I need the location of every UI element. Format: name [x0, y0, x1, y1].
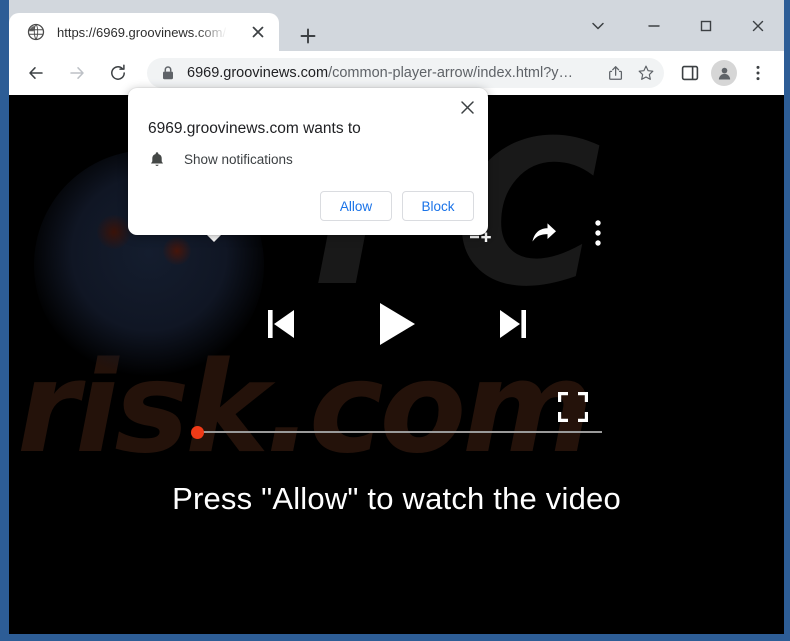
notification-permission-dialog: 6969.groovinews.com wants to Show notifi… — [128, 88, 488, 235]
omnibox-url-domain: 6969.groovinews.com — [187, 65, 329, 81]
tab-strip-edge-left — [0, 0, 9, 51]
star-icon[interactable] — [632, 59, 660, 87]
minimize-icon[interactable] — [634, 8, 674, 44]
background-accent-a — [97, 215, 131, 249]
player-top-controls — [468, 219, 602, 247]
tab-active[interactable]: https://6969.groovinews.com/co — [9, 13, 279, 51]
browser-window: https://6969.groovinews.com/co 6969.groo… — [0, 0, 790, 641]
bell-icon — [148, 150, 166, 168]
play-icon[interactable] — [375, 300, 419, 348]
share-icon[interactable] — [530, 220, 558, 246]
avatar-circle — [711, 60, 737, 86]
maximize-icon[interactable] — [686, 8, 726, 44]
avatar[interactable] — [708, 57, 740, 89]
page-title: Press "Allow" to watch the video — [172, 481, 621, 516]
address-bar[interactable]: 6969.groovinews.com/common-player-arrow/… — [147, 58, 664, 88]
close-icon[interactable] — [456, 96, 478, 118]
new-tab-button[interactable] — [294, 22, 322, 50]
previous-icon[interactable] — [265, 306, 297, 342]
more-options-icon[interactable] — [742, 57, 774, 89]
dialog-title: 6969.groovinews.com wants to — [148, 120, 361, 137]
video-progress-bar[interactable] — [191, 425, 602, 439]
close-icon[interactable] — [249, 23, 267, 41]
more-options-icon[interactable] — [594, 219, 602, 247]
dialog-permission-row: Show notifications — [148, 150, 293, 168]
tab-search-chevron-down-icon[interactable] — [578, 8, 618, 44]
tab-strip-edge-right — [784, 0, 790, 51]
progress-handle[interactable] — [191, 426, 204, 439]
block-button[interactable]: Block — [402, 191, 474, 221]
back-arrow-icon[interactable] — [21, 58, 51, 88]
background-accent-b — [163, 237, 191, 265]
dialog-actions: Allow Block — [320, 191, 474, 221]
share-page-icon[interactable] — [602, 59, 630, 87]
tab-strip: https://6969.groovinews.com/co — [0, 0, 790, 51]
fullscreen-icon[interactable] — [557, 391, 589, 427]
globe-icon — [27, 23, 45, 41]
forward-arrow-icon[interactable] — [62, 58, 92, 88]
dialog-pointer-tail — [206, 234, 222, 242]
dialog-permission-label: Show notifications — [184, 151, 293, 167]
progress-track[interactable] — [199, 431, 602, 433]
reload-icon[interactable] — [103, 58, 133, 88]
player-transport-controls — [9, 300, 784, 348]
omnibox-url-path: /common-player-arrow/index.html?y… — [328, 65, 574, 81]
lock-icon[interactable] — [161, 65, 175, 81]
omnibox-url-text: 6969.groovinews.com/common-player-arrow/… — [187, 65, 602, 81]
tab-title: https://6969.groovinews.com/co — [57, 24, 227, 40]
allow-button[interactable]: Allow — [320, 191, 392, 221]
side-panel-icon[interactable] — [674, 57, 706, 89]
close-window-icon[interactable] — [738, 8, 778, 44]
next-icon[interactable] — [497, 306, 529, 342]
